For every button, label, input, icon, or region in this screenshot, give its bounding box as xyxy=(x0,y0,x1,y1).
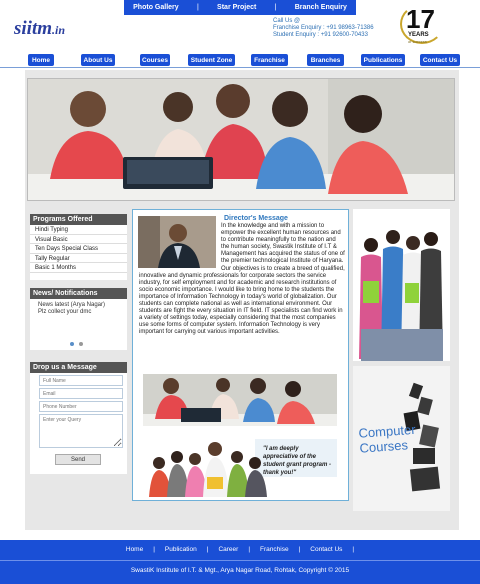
hero-image xyxy=(27,78,455,201)
students-books-image xyxy=(353,209,450,361)
footer-link-contact-us[interactable]: Contact Us xyxy=(310,546,342,553)
full-name-input[interactable] xyxy=(39,375,123,386)
separator: | xyxy=(206,546,209,553)
programs-title: Programs Offered xyxy=(30,214,127,225)
copyright: SwastiK Institute of I.T. & Mgt., Arya N… xyxy=(130,567,350,574)
director-message-body: In the knowledge and with a mission to e… xyxy=(139,223,345,337)
years-badge: 17 YEARS of success xyxy=(400,4,444,44)
footer-link-home[interactable]: Home xyxy=(126,546,143,553)
nav-courses[interactable]: Courses xyxy=(140,54,170,66)
footer-link-franchise[interactable]: Franchise xyxy=(260,546,289,553)
form-title: Drop us a Message xyxy=(30,362,127,373)
separator: | xyxy=(153,546,155,553)
testimonial-image: "I am deeply appreciative of the student… xyxy=(143,433,337,497)
message-form: Drop us a Message Send xyxy=(30,362,127,474)
nav-student-zone[interactable]: Student Zone xyxy=(188,54,235,66)
email-input[interactable] xyxy=(39,388,123,399)
student-phone: Student Enquiry : +91 92600-70433 xyxy=(273,32,368,38)
nav-publications[interactable]: Publications xyxy=(361,54,405,66)
news-panel: News/ Notifications News latest (Arya Na… xyxy=(30,288,127,350)
director-title: Director's Message xyxy=(224,215,288,222)
testimonial-quote: "I am deeply appreciative of the student… xyxy=(263,446,332,476)
programs-list: Hindi Typing Visual Basic Ten Days Speci… xyxy=(30,225,127,273)
nav-about-us[interactable]: About Us xyxy=(81,54,115,66)
classroom-image xyxy=(143,374,337,426)
footer-link-publication[interactable]: Publication xyxy=(165,546,197,553)
separator: | xyxy=(248,546,251,553)
text-spacer xyxy=(139,223,221,271)
news-carousel-dots xyxy=(70,342,83,346)
separator: | xyxy=(196,4,199,11)
computer-courses-banner: Computer Courses xyxy=(353,366,450,511)
promo-text: Computer Courses xyxy=(358,421,416,456)
programs-panel: Programs Offered Hindi Typing Visual Bas… xyxy=(30,214,127,280)
director-section: Director's Message In the knowledge and … xyxy=(132,209,349,501)
nav-branches[interactable]: Branches xyxy=(307,54,344,66)
badge-sub: of success xyxy=(408,39,427,44)
separator: | xyxy=(352,546,355,553)
nav-divider xyxy=(0,67,480,68)
program-item[interactable]: Hindi Typing xyxy=(30,225,127,235)
footer-divider xyxy=(0,560,480,561)
logo-suffix: .in xyxy=(52,23,66,37)
separator: | xyxy=(274,4,277,11)
photo-gallery-link[interactable]: Photo Gallery xyxy=(133,4,179,11)
site-logo[interactable]: siitm.in xyxy=(14,18,65,40)
main-nav: Home About Us Courses Student Zone Franc… xyxy=(0,54,480,68)
logo-main: siitm xyxy=(14,18,53,39)
students-photo xyxy=(28,79,454,200)
carousel-dot[interactable] xyxy=(70,342,74,346)
query-textarea[interactable] xyxy=(39,414,123,448)
program-item[interactable]: Ten Days Special Class xyxy=(30,244,127,254)
news-title: News/ Notifications xyxy=(30,288,127,299)
nav-contact-us[interactable]: Contact Us xyxy=(420,54,460,66)
footer: Home | Publication | Career | Franchise … xyxy=(0,540,480,584)
news-item-title: News latest (Arya Nagar) xyxy=(38,302,106,308)
page: Photo Gallery | Star Project | Branch En… xyxy=(0,0,480,584)
students-with-books-photo xyxy=(353,209,450,361)
carousel-dot[interactable] xyxy=(79,342,83,346)
send-button[interactable]: Send xyxy=(55,454,101,465)
nav-franchise[interactable]: Franchise xyxy=(251,54,288,66)
top-links-bar: Photo Gallery | Star Project | Branch En… xyxy=(124,0,356,15)
contact-label: Call Us @ xyxy=(273,18,301,24)
star-project-link[interactable]: Star Project xyxy=(217,4,256,11)
nav-home[interactable]: Home xyxy=(28,54,54,66)
news-item-text: Plz collect your dmc xyxy=(38,309,92,315)
contact-info: Call Us @ Franchise Enquiry : +91 98963-… xyxy=(273,18,374,39)
phone-input[interactable] xyxy=(39,401,123,412)
program-item[interactable]: Basic 1 Months xyxy=(30,263,127,273)
branch-enquiry-link[interactable]: Branch Enquiry xyxy=(295,4,347,11)
badge-word: YEARS xyxy=(408,32,429,38)
footer-link-career[interactable]: Career xyxy=(218,546,238,553)
classroom-photo xyxy=(143,374,337,426)
footer-links: Home | Publication | Career | Franchise … xyxy=(0,546,480,553)
program-item[interactable]: Tally Regular xyxy=(30,254,127,263)
separator: | xyxy=(298,546,301,553)
news-item[interactable]: News latest (Arya Nagar) Plz collect you… xyxy=(30,299,127,319)
program-item[interactable]: Visual Basic xyxy=(30,235,127,244)
franchise-phone: Franchise Enquiry : +91 98963-71386 xyxy=(273,25,374,31)
badge-number: 17 xyxy=(406,4,435,34)
